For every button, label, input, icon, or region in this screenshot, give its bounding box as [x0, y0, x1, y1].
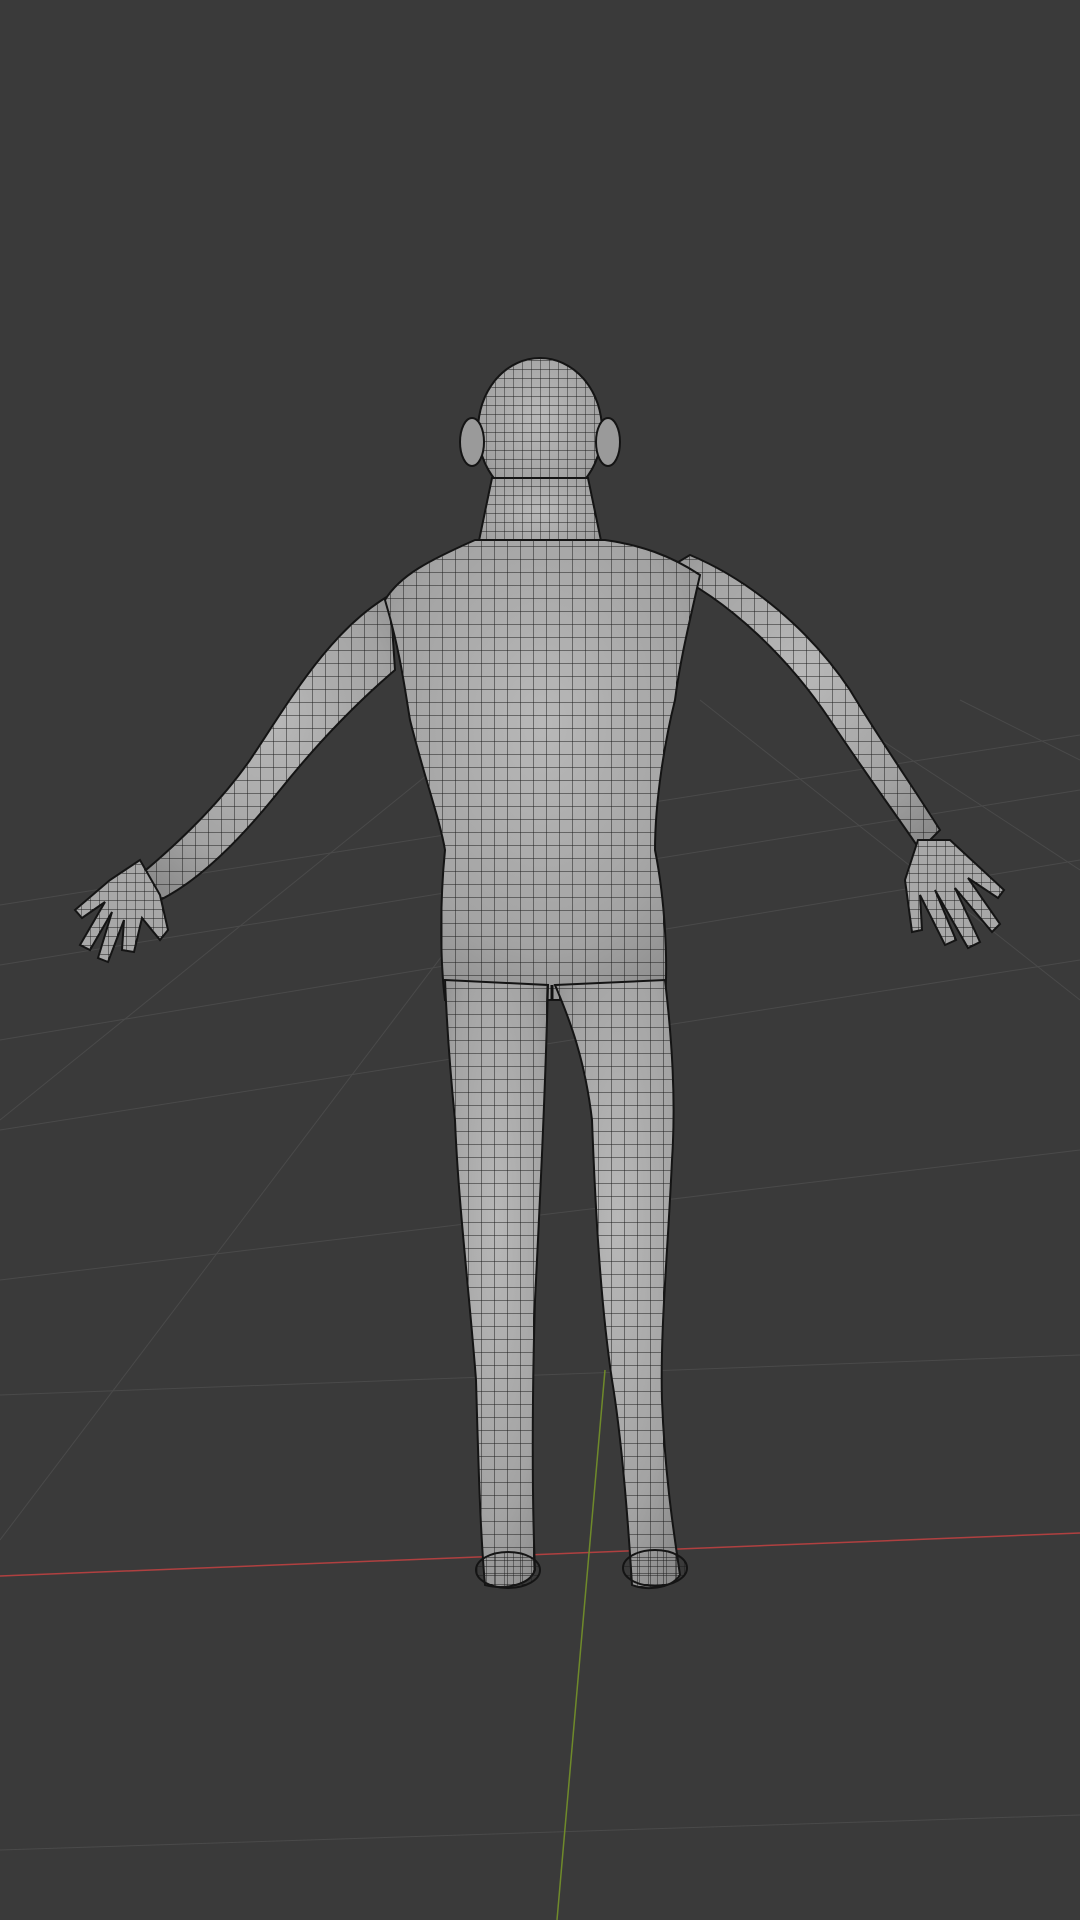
- human-mesh[interactable]: [73, 357, 1006, 1589]
- mesh-left-ear: [459, 417, 485, 467]
- y-axis-line: [556, 1369, 606, 1920]
- mesh-right-ear: [595, 417, 621, 467]
- mesh-right-foot: [622, 1549, 688, 1587]
- 3d-viewport[interactable]: [0, 0, 1080, 1920]
- mesh-left-foot: [475, 1551, 541, 1589]
- viewport-canvas[interactable]: [0, 0, 1080, 1920]
